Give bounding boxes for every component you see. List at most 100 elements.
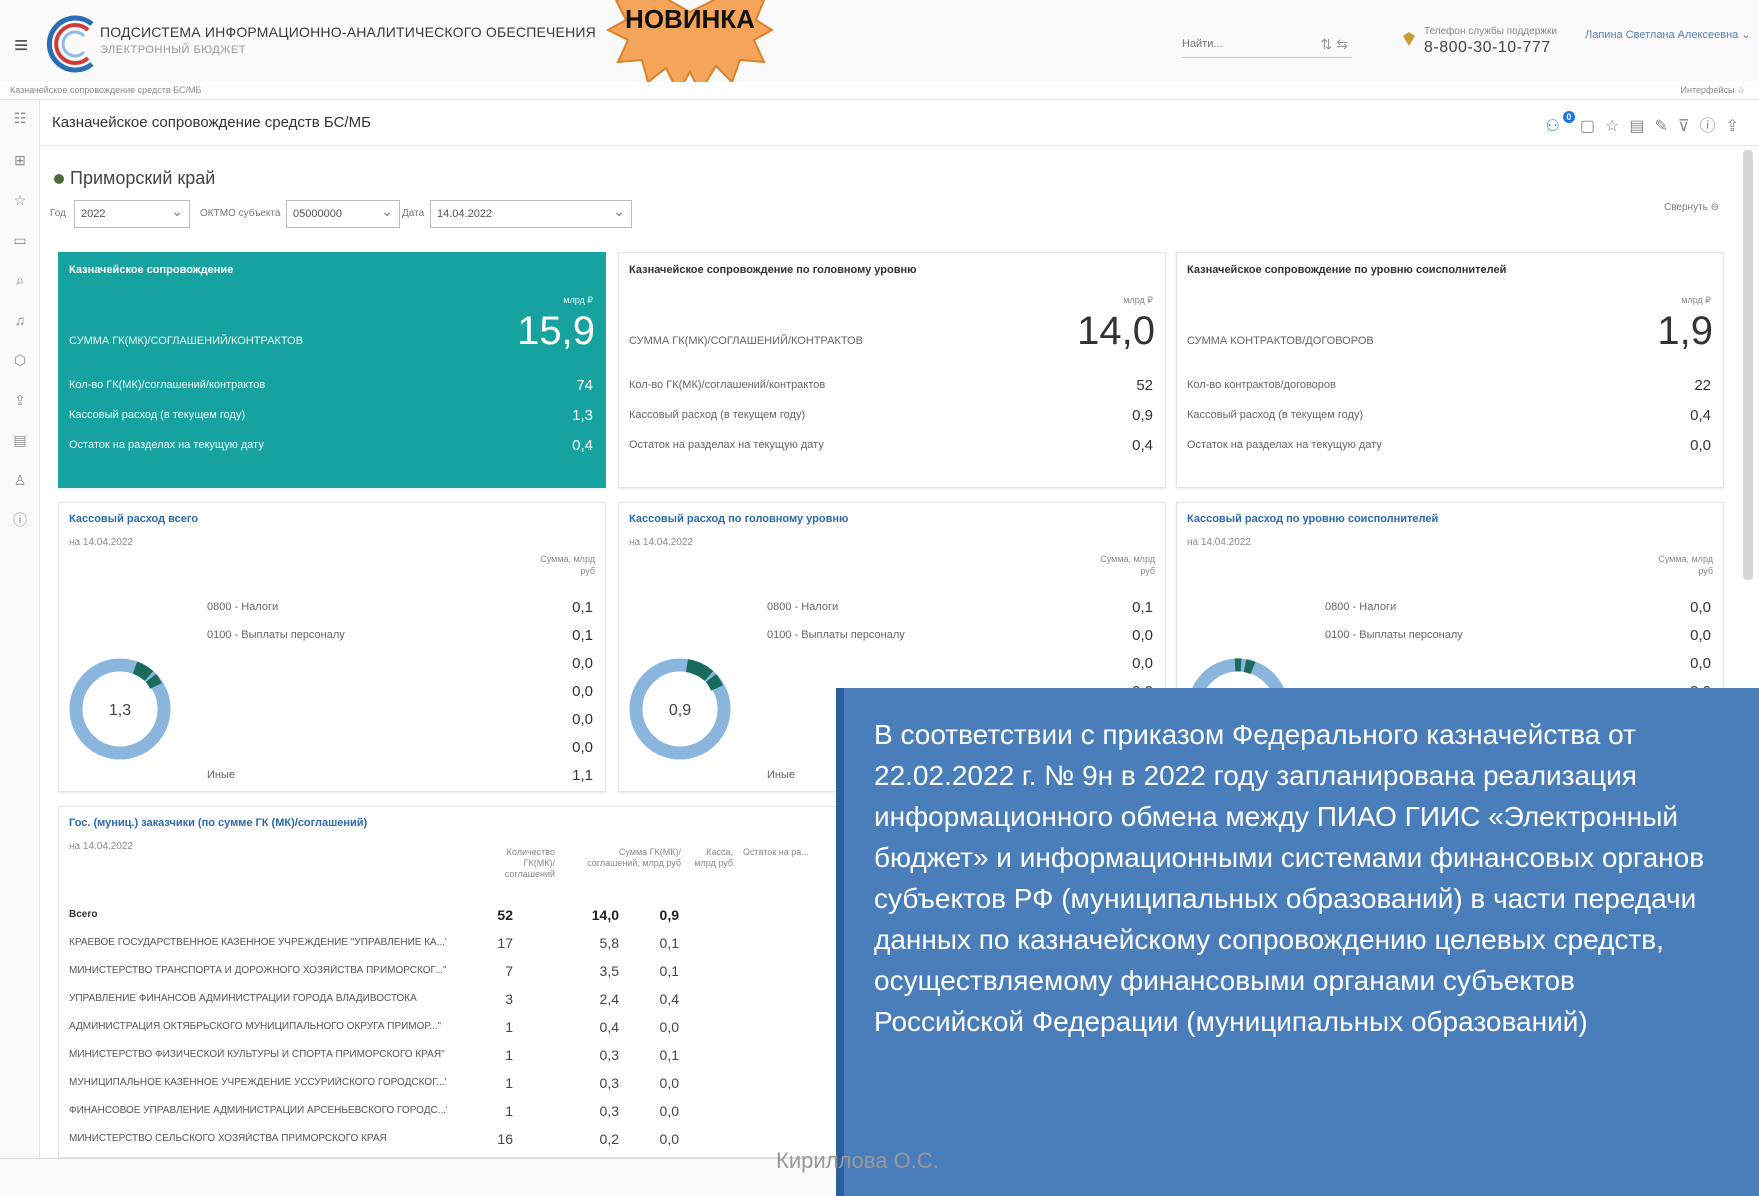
- donut-item-label: 0800 - Налоги: [1325, 601, 1397, 613]
- summary-card-head-level[interactable]: Казначейское сопровождение по головному …: [618, 252, 1166, 488]
- badge-text: НОВИНКА: [625, 4, 755, 34]
- row-count: 7: [505, 963, 513, 979]
- filter-icon[interactable]: ⊽: [1678, 118, 1700, 135]
- donut-chart[interactable]: 0,9: [625, 643, 735, 783]
- notification-count: 0: [1562, 111, 1575, 123]
- row-count: 16: [497, 1131, 513, 1147]
- table-row[interactable]: МИНИСТЕРСТВО СЕЛЬСКОГО ХОЗЯЙСТВА ПРИМОРС…: [69, 1129, 739, 1155]
- apps-icon[interactable]: ⊞: [12, 152, 28, 168]
- search-input[interactable]: [1182, 32, 1302, 56]
- info-icon[interactable]: ⓘ: [12, 512, 28, 528]
- menu-icon[interactable]: ≡: [14, 32, 28, 60]
- folder-icon[interactable]: ▭: [12, 232, 28, 248]
- row-count: 1: [505, 1047, 513, 1063]
- donut-item-value: 0,0: [1690, 627, 1711, 644]
- summary-card-coexecutors[interactable]: Казначейское сопровождение по уровню сои…: [1176, 252, 1724, 488]
- donut-item-label: Иные: [767, 769, 796, 781]
- note-text: В соответствии с приказом Федерального к…: [874, 719, 1705, 1037]
- support-block: Телефон службы поддержки 8-800-30-10-777: [1403, 26, 1557, 57]
- search-icon[interactable]: ⌕: [12, 272, 28, 288]
- interfaces-link[interactable]: Интерфейсы ☆: [1681, 85, 1745, 96]
- row-cash: 0,9: [659, 907, 679, 923]
- card-row-value: 22: [1694, 377, 1711, 394]
- col-header-sum[interactable]: Сумма ГК(МК)/ соглашений, млрд руб: [581, 847, 681, 869]
- table-row[interactable]: КРАЕВОЕ ГОСУДАРСТВЕННОЕ КАЗЕННОЕ УЧРЕЖДЕ…: [69, 933, 739, 959]
- row-sum: 0,2: [599, 1131, 619, 1147]
- comment-icon[interactable]: ▢: [1580, 118, 1605, 135]
- trash-icon[interactable]: ▤: [12, 432, 28, 448]
- title-toolbar: ⚇ 0 ▢☆▤✎⊽ⓘ⇪: [1546, 111, 1749, 136]
- card-row-label: Остаток на разделах на текущую дату: [69, 439, 264, 451]
- card-sum-value: 14,0: [1077, 309, 1155, 353]
- donut-col-header: Сумма, млрд руб: [1100, 554, 1155, 576]
- search-filter-icon[interactable]: ⇅ ⇆: [1321, 36, 1348, 53]
- table-row[interactable]: МУНИЦИПАЛЬНОЕ КАЗЁННОЕ УЧРЕЖДЕНИЕ УССУРИ…: [69, 1073, 739, 1099]
- user-menu[interactable]: Лапина Светлана Алексеевна ⌄: [1585, 28, 1751, 41]
- row-count: 1: [505, 1103, 513, 1119]
- notification-icon[interactable]: ⚇ 0: [1546, 111, 1575, 135]
- row-sum: 0,4: [599, 1019, 619, 1035]
- table-row[interactable]: УПРАВЛЕНИЕ ФИНАНСОВ АДМИНИСТРАЦИИ ГОРОДА…: [69, 989, 739, 1015]
- row-sum: 0,3: [599, 1075, 619, 1091]
- card-row-value: 0,0: [1690, 437, 1711, 454]
- search-box[interactable]: ⇅ ⇆: [1182, 32, 1352, 58]
- upload-icon[interactable]: ⇪: [12, 392, 28, 408]
- donut-card-title: Кассовый расход всего: [69, 513, 199, 525]
- row-name: МИНИСТЕРСТВО ТРАНСПОРТА И ДОРОЖНОГО ХОЗЯ…: [69, 965, 447, 976]
- card-sum-value: 15,9: [517, 309, 595, 353]
- bell-icon[interactable]: ♫: [12, 312, 28, 328]
- table-row[interactable]: ФИНАНСОВОЕ УПРАВЛЕНИЕ АДМИНИСТРАЦИИ АРСЕ…: [69, 1101, 739, 1127]
- user-name: Лапина Светлана Алексеевна: [1585, 29, 1739, 41]
- row-name: КРАЕВОЕ ГОСУДАРСТВЕННОЕ КАЗЕННОЕ УЧРЕЖДЕ…: [69, 937, 447, 948]
- col-header-count[interactable]: Количество ГК(МК)/ соглашений: [491, 847, 555, 880]
- table-row[interactable]: АДМИНИСТРАЦИЯ ОКТЯБРЬСКОГО МУНИЦИПАЛЬНОГ…: [69, 1017, 739, 1043]
- table-row-total[interactable]: Всего 52 14,0 0,9: [69, 905, 739, 931]
- card-row-label: Кол-во ГК(МК)/соглашений/контрактов: [69, 379, 266, 391]
- card-row-label: Остаток на разделах на текущую дату: [1187, 439, 1382, 451]
- date-select[interactable]: 14.04.2022: [430, 200, 632, 228]
- collapse-button[interactable]: Свернуть ⊖: [1664, 202, 1719, 213]
- top-header: ≡ ПОДСИСТЕМА ИНФОРМАЦИОННО-АНАЛИТИЧЕСКОГ…: [0, 0, 1759, 86]
- table-row[interactable]: МИНИСТЕРСТВО ФИЗИЧЕСКОЙ КУЛЬТУРЫ И СПОРТ…: [69, 1045, 739, 1071]
- donut-slice: [1243, 659, 1256, 675]
- oktmo-select[interactable]: 05000000: [286, 200, 400, 228]
- date-label: Дата: [402, 208, 425, 219]
- donut-item-value: 0,1: [1132, 599, 1153, 616]
- card-row-value: 52: [1136, 377, 1153, 394]
- list-icon[interactable]: ▤: [1629, 118, 1654, 135]
- support-phone: 8-800-30-10-777: [1424, 39, 1551, 56]
- table-date: на 14.04.2022: [69, 841, 133, 852]
- donut-slice: [685, 659, 714, 682]
- cube-icon[interactable]: ⬡: [12, 352, 28, 368]
- scrollbar[interactable]: [1743, 150, 1753, 580]
- grid-icon[interactable]: ☷: [12, 110, 28, 126]
- row-count: 1: [505, 1019, 513, 1035]
- donut-chart[interactable]: 1,3: [65, 643, 175, 783]
- table-row[interactable]: МИНИСТЕРСТВО ТРАНСПОРТА И ДОРОЖНОГО ХОЗЯ…: [69, 961, 739, 987]
- col-header-balance[interactable]: Остаток на ра...: [743, 847, 833, 858]
- row-sum: 14,0: [591, 907, 619, 923]
- info-icon[interactable]: ⓘ: [1700, 118, 1726, 135]
- page-titlebar: Казначейское сопровождение средств БС/МБ…: [40, 100, 1759, 146]
- user-icon[interactable]: ♙: [12, 472, 28, 488]
- donut-item-value: 0,0: [572, 655, 593, 672]
- star-icon[interactable]: ☆: [12, 192, 28, 208]
- donut-center-value: 1,3: [109, 702, 131, 719]
- table-title[interactable]: Гос. (муниц.) заказчики (по сумме ГК (МК…: [69, 817, 367, 829]
- row-count: 17: [497, 935, 513, 951]
- summary-card-total[interactable]: Казначейское сопровождение млрд ₽ СУММА …: [58, 252, 606, 488]
- card-row-value: 0,4: [572, 437, 593, 454]
- card-sum-label: СУММА ГК(МК)/СОГЛАШЕНИЙ/КОНТРАКТОВ: [69, 335, 303, 347]
- year-select[interactable]: 2022: [74, 200, 190, 228]
- col-header-cash[interactable]: Касса, млрд руб: [683, 847, 733, 869]
- export-icon[interactable]: ⇪: [1726, 118, 1749, 135]
- donut-slice: [132, 661, 154, 682]
- cash-total-card[interactable]: Кассовый расход всего на 14.04.2022 Сумм…: [58, 502, 606, 792]
- edit-icon[interactable]: ✎: [1654, 118, 1677, 135]
- donut-item-label: 0100 - Выплаты персоналу: [767, 629, 905, 641]
- donut-item-value: 0,0: [1132, 655, 1153, 672]
- card-row-value: 0,4: [1690, 407, 1711, 424]
- favorite-icon[interactable]: ☆: [1605, 118, 1629, 135]
- row-name: МИНИСТЕРСТВО ФИЗИЧЕСКОЙ КУЛЬТУРЫ И СПОРТ…: [69, 1049, 445, 1060]
- breadcrumb[interactable]: Казначейское сопровождение средств БС/МБ: [10, 85, 201, 95]
